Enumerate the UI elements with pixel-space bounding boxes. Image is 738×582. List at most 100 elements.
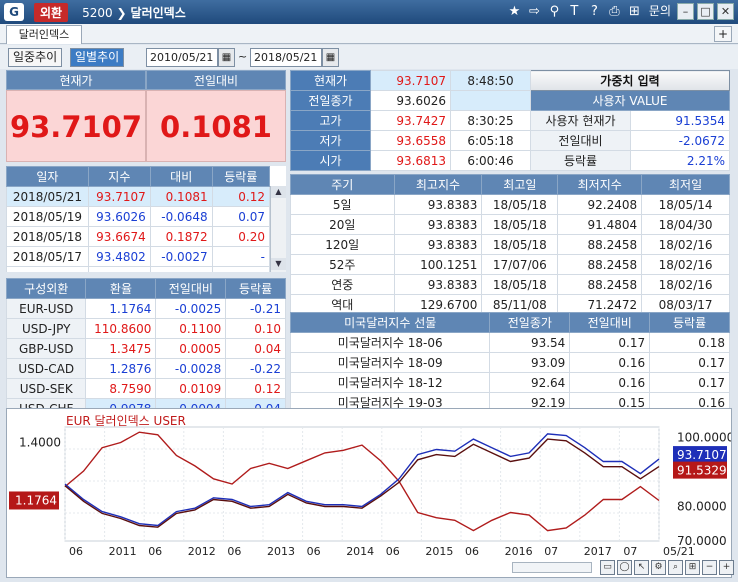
scroll-track[interactable] (271, 198, 286, 258)
table-row[interactable]: 미국달러지수 18-09 93.09 0.16 0.17 (289, 352, 730, 373)
cell-rate: 1.2876 (85, 358, 157, 379)
chart-panel: 1.4000 1.1764 100.0000 80.0000 70.0000 93.710… (6, 408, 734, 578)
user-label: 등락률 (530, 150, 631, 171)
font-icon[interactable]: T (566, 3, 583, 20)
quote-time: 8:30:25 (450, 110, 531, 131)
table-row[interactable]: 2018/05/21 93.7107 0.1081 0.12 (6, 186, 271, 207)
table-row[interactable]: USD-JPY 110.8600 0.1100 0.10 (5, 318, 286, 339)
quote-panel: 현재가 93.7107 8:48:50 가중치 입력 전일종가 93.6026 … (290, 70, 730, 171)
table-row[interactable]: 5일 93.8383 18/05/18 92.2408 18/05/14 (290, 194, 730, 215)
quote-value: 93.6813 (370, 150, 451, 171)
col-date: 일자 (6, 166, 89, 187)
table-row[interactable]: EUR-USD 1.1764 -0.0025 -0.21 (5, 298, 286, 319)
tab-dollar-index[interactable]: 달러인덱스 (6, 25, 82, 44)
cell-change: 0.16 (569, 352, 651, 373)
cell-change: -0.0027 (149, 246, 213, 267)
dollar-index-chart[interactable]: 1.40001.1764100.000080.000070.000093.710… (7, 409, 734, 577)
col-high-date: 최고일 (481, 174, 559, 195)
table-row[interactable]: USD-SEK 8.7590 0.0109 0.12 (5, 378, 286, 399)
right-marker-text: 93.7107 (677, 448, 727, 462)
calendar-icon[interactable]: ▦ (322, 48, 339, 67)
pointer-icon[interactable]: ↖ (634, 560, 649, 575)
cell-high: 93.8383 (393, 274, 483, 295)
current-price-value: 93.7107 (6, 90, 146, 162)
scroll-up-icon[interactable]: ▲ (271, 186, 286, 198)
close-icon[interactable]: ✕ (717, 3, 734, 20)
cell-date: 2018/05/16 (6, 266, 89, 272)
minus-icon[interactable]: − (702, 560, 717, 575)
table-row[interactable]: 미국달러지수 18-06 93.54 0.17 0.18 (289, 332, 730, 353)
fullscreen-icon[interactable]: ⊞ (685, 560, 700, 575)
weight-input-button[interactable]: 가중치 입력 (530, 70, 730, 91)
cell-low: 88.2458 (557, 234, 643, 255)
expand-icon[interactable]: ⊞ (626, 3, 643, 20)
cell-date: 2018/05/17 (6, 246, 89, 267)
cell-pct: 0.17 (649, 372, 730, 393)
table-row[interactable]: 20일 93.8383 18/05/18 91.4804 18/04/30 (290, 214, 730, 235)
table-row[interactable]: 2018/05/18 93.6674 0.1872 0.20 (6, 226, 271, 247)
quote-table: 현재가 93.7107 8:48:50 가중치 입력 전일종가 93.6026 … (290, 70, 730, 171)
cell-change: 0.17 (569, 332, 651, 353)
end-date-input[interactable]: 2018/05/21 (250, 48, 322, 67)
minimize-icon[interactable]: – (677, 3, 694, 20)
cell-change: 0.0109 (155, 378, 227, 399)
layout-icon[interactable]: ▭ (600, 560, 615, 575)
cell-date: 2018/05/18 (6, 226, 89, 247)
screen-title: 달러인덱스 (130, 5, 186, 20)
lock-icon[interactable]: ⚲ (546, 3, 563, 20)
x-axis-label: 2015 (425, 545, 453, 558)
weight-input-label: 가중치 입력 (600, 74, 660, 88)
col-rate: 등락률 (211, 166, 271, 187)
daily-scrollbar[interactable]: ▲ ▼ (270, 186, 286, 272)
cell-close: 92.64 (489, 372, 571, 393)
daily-trend-button[interactable]: 일별추이 (70, 48, 125, 67)
x-axis-label: 2014 (346, 545, 374, 558)
table-row[interactable]: 120일 93.8383 18/05/18 88.2458 18/02/16 (290, 234, 730, 255)
cell-high-date: 18/05/18 (481, 214, 559, 235)
table-row[interactable]: 2018/05/17 93.4802 -0.0027- (6, 246, 271, 267)
comment-icon[interactable]: ◯ (617, 560, 632, 575)
print-icon[interactable]: ⎙ (606, 3, 623, 20)
cell-change: 0.0005 (155, 338, 227, 359)
x-axis-label: 2011 (109, 545, 137, 558)
period-stats-panel: 주기 최고지수 최고일 최저지수 최저일 5일 93.8383 18/05/18 92… (290, 174, 730, 315)
help-icon[interactable]: ? (586, 3, 603, 20)
cell-index: 93.6026 (87, 206, 151, 227)
cell-high: 93.8383 (393, 194, 483, 215)
zoom-icon[interactable]: ⌕ (668, 560, 683, 575)
cell-high: 93.8383 (393, 214, 483, 235)
star-icon[interactable]: ★ (506, 3, 523, 20)
quote-label: 전일종가 (290, 90, 371, 111)
cell-high-date: 18/05/18 (481, 194, 559, 215)
cell-period: 20일 (290, 214, 395, 235)
intraday-trend-button[interactable]: 일중추이 (8, 48, 63, 67)
cell-contract: 미국달러지수 18-12 (289, 372, 491, 393)
plus-icon[interactable]: + (719, 560, 734, 575)
col-pct: 등락률 (225, 278, 286, 299)
quote-label: 저가 (290, 130, 371, 151)
fx-menu-button[interactable]: 외환 (34, 2, 69, 22)
table-row[interactable]: 2018/05/19 93.6026 -0.0648 0.07 (6, 206, 271, 227)
table-row[interactable]: 미국달러지수 18-12 92.64 0.16 0.17 (289, 372, 730, 393)
start-date-input[interactable]: 2010/05/21 (146, 48, 218, 67)
restore-icon[interactable]: □ (697, 3, 714, 20)
table-row[interactable]: 2018/05/1693.48290.33400.36 (6, 266, 271, 272)
fx-components-table: 구성외환 환율 전일대비 등락률 EUR-USD 1.1764 -0.0025 -0.… (5, 278, 286, 419)
arrow-out-icon[interactable]: ⇨ (526, 3, 543, 20)
settings-icon[interactable]: ⚙ (651, 560, 666, 575)
inquiry-link[interactable]: 문의 (646, 3, 674, 20)
table-row[interactable]: GBP-USD 1.3475 0.0005 0.04 (5, 338, 286, 359)
change-label: 전일대비 (146, 70, 286, 90)
cell-pct: 0.12 (225, 378, 286, 399)
cell-pct: 0.17 (649, 352, 730, 373)
add-tab-button[interactable]: + (714, 26, 732, 42)
table-row[interactable]: 52주 100.1251 17/07/06 88.2458 18/02/16 (290, 254, 730, 275)
scroll-down-icon[interactable]: ▼ (271, 258, 286, 270)
table-row[interactable]: 연중 93.8383 18/05/18 88.2458 18/02/16 (290, 274, 730, 295)
user-value: -2.0672 (630, 130, 730, 151)
calendar-icon[interactable]: ▦ (218, 48, 235, 67)
col-contract: 미국달러지수 선물 (289, 312, 491, 333)
cell-index: 93.7107 (87, 186, 151, 207)
daily-table: 일자 지수 대비 등락률 2018/05/21 93.7107 0.1081 0.12… (6, 166, 271, 272)
table-row[interactable]: USD-CAD 1.2876 -0.0028 -0.22 (5, 358, 286, 379)
